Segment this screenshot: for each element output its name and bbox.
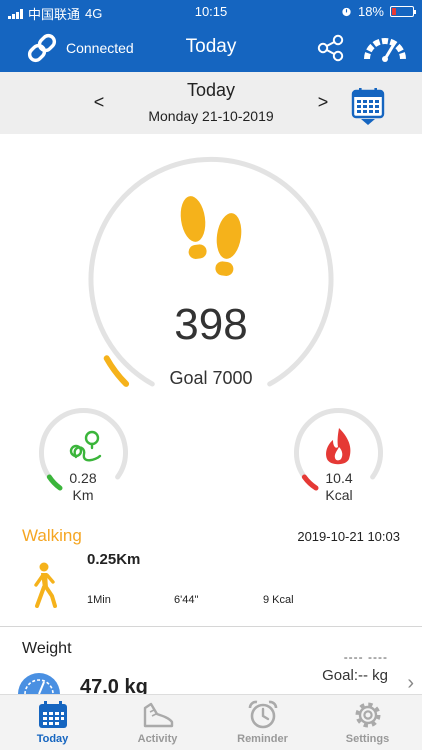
- tab-today[interactable]: Today: [0, 695, 105, 750]
- tab-settings-label: Settings: [345, 733, 390, 745]
- app-screen: 中国联通 4G 10:15 18% Connected Today < Toda…: [0, 0, 422, 750]
- tab-activity-label: Activity: [137, 733, 178, 745]
- battery-icon: [390, 6, 416, 17]
- calendar-picker-icon[interactable]: [350, 86, 386, 126]
- footprints-icon: [180, 196, 242, 276]
- scale-gauge-icon: [18, 673, 60, 694]
- app-header: Connected Today: [0, 24, 422, 72]
- weight-title: Weight: [22, 640, 72, 657]
- connection-label: Connected: [66, 40, 134, 56]
- weight-dashes: ---- ----: [343, 650, 388, 664]
- steps-ring-track: [88, 156, 334, 387]
- activity-timestamp: 2019-10-21 10:03: [297, 529, 400, 544]
- weight-goal[interactable]: Goal:-- kg: [322, 667, 388, 684]
- activity-duration: 1Min: [87, 594, 111, 606]
- connection-status[interactable]: Connected: [24, 30, 134, 66]
- battery-percent: 18%: [357, 4, 384, 19]
- status-bar: 中国联通 4G 10:15 18%: [0, 0, 422, 24]
- distance-ring-track: [39, 408, 128, 480]
- activity-distance: 0.25Km: [87, 551, 141, 568]
- walking-person-icon: [34, 562, 57, 608]
- distance-value: 0.28: [69, 470, 97, 486]
- route-icon: [69, 430, 102, 462]
- calories-unit: Kcal: [325, 487, 353, 503]
- activity-title[interactable]: Walking: [22, 526, 82, 546]
- activity-pace: 6'44": [174, 594, 199, 606]
- tab-reminder[interactable]: Reminder: [210, 695, 315, 750]
- alarm-clock-icon: [248, 700, 277, 729]
- tab-settings[interactable]: Settings: [315, 695, 420, 750]
- calendar-icon: [38, 701, 67, 728]
- shoe-icon: [143, 702, 173, 728]
- share-icon[interactable]: [316, 34, 346, 62]
- section-divider: [0, 626, 422, 627]
- tab-reminder-label: Reminder: [237, 733, 288, 745]
- speedometer-icon[interactable]: [362, 32, 408, 64]
- steps-goal: Goal 7000: [169, 368, 253, 388]
- alarm-icon: [342, 7, 351, 17]
- gear-icon: [355, 702, 380, 728]
- chevron-right-icon[interactable]: ›: [407, 672, 414, 695]
- date-navigator: < Today Monday 21-10-2019 >: [0, 72, 422, 134]
- activity-kcal: 9 Kcal: [263, 594, 294, 606]
- status-right: 18%: [341, 4, 416, 19]
- tab-activity[interactable]: Activity: [105, 695, 210, 750]
- link-icon: [27, 33, 57, 63]
- distance-unit: Km: [72, 487, 94, 503]
- tab-today-label: Today: [36, 733, 69, 745]
- tab-bar: Today Activity Reminder Settings: [0, 694, 422, 750]
- next-day-button[interactable]: >: [314, 92, 332, 113]
- calories-value: 10.4: [325, 470, 353, 486]
- steps-value: 398: [174, 300, 248, 349]
